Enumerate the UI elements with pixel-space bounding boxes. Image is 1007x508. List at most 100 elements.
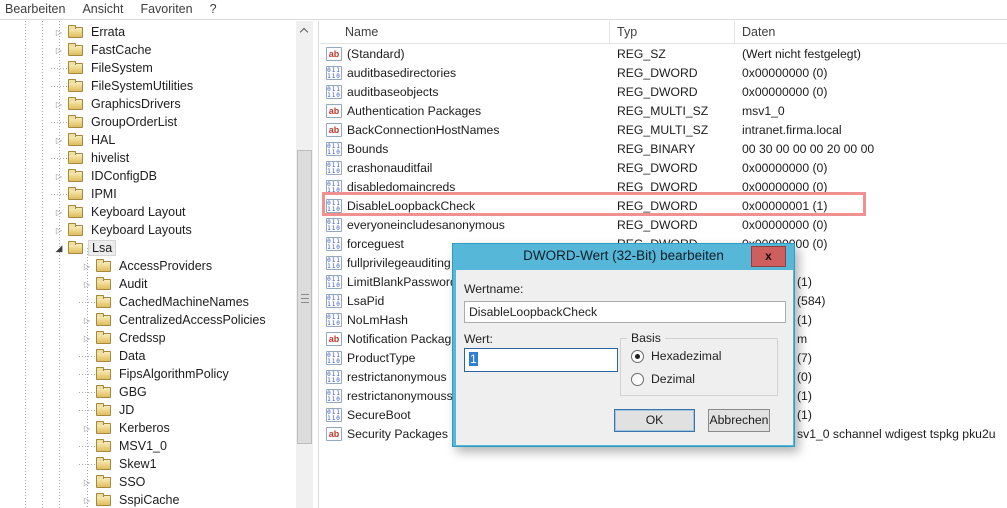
- tree-item-filesystem[interactable]: FileSystem: [0, 59, 156, 77]
- cancel-button[interactable]: Abbrechen: [708, 409, 770, 432]
- tree-item-label[interactable]: Errata: [88, 25, 128, 39]
- tree-item-sspicache[interactable]: ▷ SspiCache: [0, 491, 182, 508]
- tree-item-hivelist[interactable]: hivelist: [0, 149, 132, 167]
- menu-item-ansicht[interactable]: Ansicht: [76, 0, 134, 19]
- tree-item-errata[interactable]: ▷ Errata: [0, 23, 128, 41]
- value-row-crashonauditfail[interactable]: 011 110 crashonauditfail REG_DWORD 0x0000000…: [320, 159, 1007, 178]
- tree-item-label[interactable]: hivelist: [88, 151, 132, 165]
- dialog-titlebar[interactable]: DWORD-Wert (32-Bit) bearbeiten x: [453, 244, 794, 270]
- tree-item-label[interactable]: GBG: [116, 385, 150, 399]
- tree-item-cachedmachinenames[interactable]: CachedMachineNames: [0, 293, 252, 311]
- tree-item-label[interactable]: MSV1_0: [116, 439, 170, 453]
- column-separator[interactable]: [609, 21, 610, 44]
- tree-item-label[interactable]: FileSystemUtilities: [88, 79, 196, 93]
- tree-item-lsa[interactable]: ◢ Lsa: [0, 239, 117, 257]
- tree-item-label[interactable]: Credssp: [116, 331, 169, 345]
- tree-item-sso[interactable]: ▷ SSO: [0, 473, 148, 491]
- expand-arrow-icon[interactable]: ▷: [79, 262, 95, 271]
- cell-name: auditbasedirectories: [347, 66, 457, 80]
- tree-item-accessproviders[interactable]: ▷ AccessProviders: [0, 257, 215, 275]
- expand-arrow-icon[interactable]: ▷: [51, 100, 67, 109]
- tree-item-label[interactable]: Lsa: [88, 240, 117, 256]
- tree-item-label[interactable]: IPMI: [88, 187, 120, 201]
- expand-arrow-icon[interactable]: ▷: [79, 334, 95, 343]
- scrollbar-thumb[interactable]: [297, 150, 312, 444]
- tree-item-label[interactable]: CachedMachineNames: [116, 295, 252, 309]
- tree-item-skew1[interactable]: Skew1: [0, 455, 160, 473]
- tree-item-label[interactable]: Data: [116, 349, 148, 363]
- tree-item-label[interactable]: Audit: [116, 277, 151, 291]
- tree-item-label[interactable]: FipsAlgorithmPolicy: [116, 367, 232, 381]
- column-separator[interactable]: [734, 21, 735, 44]
- tree-item-label[interactable]: HAL: [88, 133, 118, 147]
- column-header-typ[interactable]: Typ: [617, 25, 637, 39]
- tree-item-fastcache[interactable]: ▷ FastCache: [0, 41, 154, 59]
- expand-arrow-icon[interactable]: ▷: [51, 28, 67, 37]
- value-row-bounds[interactable]: 011 110 Bounds REG_BINARY 00 30 00 00 00 20 …: [320, 140, 1007, 159]
- tree-item-label[interactable]: CentralizedAccessPolicies: [116, 313, 269, 327]
- tree-item-label[interactable]: Skew1: [116, 457, 160, 471]
- tree-item-label[interactable]: SspiCache: [116, 493, 182, 507]
- tree-item-gbg[interactable]: GBG: [0, 383, 150, 401]
- tree-item-label[interactable]: GroupOrderList: [88, 115, 180, 129]
- ok-button[interactable]: OK: [614, 409, 695, 432]
- expand-arrow-icon[interactable]: ▷: [51, 136, 67, 145]
- tree-item-label[interactable]: JD: [116, 403, 137, 417]
- tree-item-keyboard-layouts[interactable]: ▷ Keyboard Layouts: [0, 221, 195, 239]
- close-button[interactable]: x: [751, 246, 786, 267]
- collapse-arrow-icon[interactable]: ◢: [51, 243, 67, 254]
- value-row-disableloopbackcheck[interactable]: 011 110 DisableLoopbackCheck REG_DWORD 0x000…: [320, 197, 1007, 216]
- wertname-field[interactable]: DisableLoopbackCheck: [464, 301, 786, 323]
- tree-item-label[interactable]: Keyboard Layout: [88, 205, 189, 219]
- tree-item-label[interactable]: GraphicsDrivers: [88, 97, 184, 111]
- tree-item-label[interactable]: SSO: [116, 475, 148, 489]
- expand-arrow-icon[interactable]: ▷: [51, 46, 67, 55]
- value-row-auditbasedirectories[interactable]: 011 110 auditbasedirectories REG_DWORD 0x000…: [320, 64, 1007, 83]
- tree-item-label[interactable]: FileSystem: [88, 61, 156, 75]
- expand-arrow-icon[interactable]: ▷: [79, 280, 95, 289]
- menu-item-favoriten[interactable]: Favoriten: [134, 0, 203, 19]
- value-row-authentication-packages[interactable]: ab Authentication Packages REG_MULTI_SZ msv…: [320, 102, 1007, 121]
- tree-item-label[interactable]: Keyboard Layouts: [88, 223, 195, 237]
- expand-arrow-icon[interactable]: ▷: [51, 226, 67, 235]
- value-row-disabledomaincreds[interactable]: 011 110 disabledomaincreds REG_DWORD 0x00000…: [320, 178, 1007, 197]
- value-row-auditbaseobjects[interactable]: 011 110 auditbaseobjects REG_DWORD 0x0000000…: [320, 83, 1007, 102]
- menu-item--[interactable]: ?: [204, 0, 228, 19]
- tree-item-hal[interactable]: ▷ HAL: [0, 131, 118, 149]
- tree-item-label[interactable]: FastCache: [88, 43, 154, 57]
- value-row-backconnectionhostnames[interactable]: ab BackConnectionHostNames REG_MULTI_SZ int…: [320, 121, 1007, 140]
- tree-item-label[interactable]: IDConfigDB: [88, 169, 160, 183]
- tree-scrollbar[interactable]: [296, 21, 313, 508]
- tree-item-grouporderlist[interactable]: GroupOrderList: [0, 113, 180, 131]
- tree-item-credssp[interactable]: ▷ Credssp: [0, 329, 169, 347]
- expand-arrow-icon[interactable]: ▷: [51, 208, 67, 217]
- tree-item-fipsalgorithmpolicy[interactable]: FipsAlgorithmPolicy: [0, 365, 232, 383]
- column-header-name[interactable]: Name: [345, 25, 378, 39]
- tree-item-jd[interactable]: JD: [0, 401, 137, 419]
- menu-item-bearbeiten[interactable]: Bearbeiten: [0, 0, 76, 19]
- wert-field[interactable]: 1: [464, 348, 618, 372]
- tree-item-keyboard-layout[interactable]: ▷ Keyboard Layout: [0, 203, 189, 221]
- tree-item-label[interactable]: Kerberos: [116, 421, 173, 435]
- tree-item-label[interactable]: AccessProviders: [116, 259, 215, 273]
- tree-item-msv1-0[interactable]: MSV1_0: [0, 437, 170, 455]
- tree-item-data[interactable]: Data: [0, 347, 148, 365]
- tree-item-centralizedaccesspolicies[interactable]: ▷ CentralizedAccessPolicies: [0, 311, 269, 329]
- scrollbar-up-arrow[interactable]: [296, 21, 313, 38]
- column-header-daten[interactable]: Daten: [742, 25, 775, 39]
- tree-item-filesystemutilities[interactable]: FileSystemUtilities: [0, 77, 196, 95]
- value-row--standard-[interactable]: ab (Standard) REG_SZ (Wert nicht festgelegt…: [320, 45, 1007, 64]
- value-row-everyoneincludesanonymous[interactable]: 011 110 everyoneincludesanonymous REG_DWORD…: [320, 216, 1007, 235]
- tree-item-audit[interactable]: ▷ Audit: [0, 275, 151, 293]
- radio-hexadezimal[interactable]: Hexadezimal: [631, 349, 721, 363]
- expand-arrow-icon[interactable]: ▷: [79, 496, 95, 505]
- expand-arrow-icon[interactable]: ▷: [79, 316, 95, 325]
- radio-dezimal[interactable]: Dezimal: [631, 372, 695, 386]
- expand-arrow-icon[interactable]: ▷: [79, 478, 95, 487]
- tree-item-ipmi[interactable]: IPMI: [0, 185, 120, 203]
- tree-item-kerberos[interactable]: ▷ Kerberos: [0, 419, 173, 437]
- expand-arrow-icon[interactable]: ▷: [51, 172, 67, 181]
- tree-item-idconfigdb[interactable]: ▷ IDConfigDB: [0, 167, 160, 185]
- tree-item-graphicsdrivers[interactable]: ▷ GraphicsDrivers: [0, 95, 184, 113]
- expand-arrow-icon[interactable]: ▷: [79, 424, 95, 433]
